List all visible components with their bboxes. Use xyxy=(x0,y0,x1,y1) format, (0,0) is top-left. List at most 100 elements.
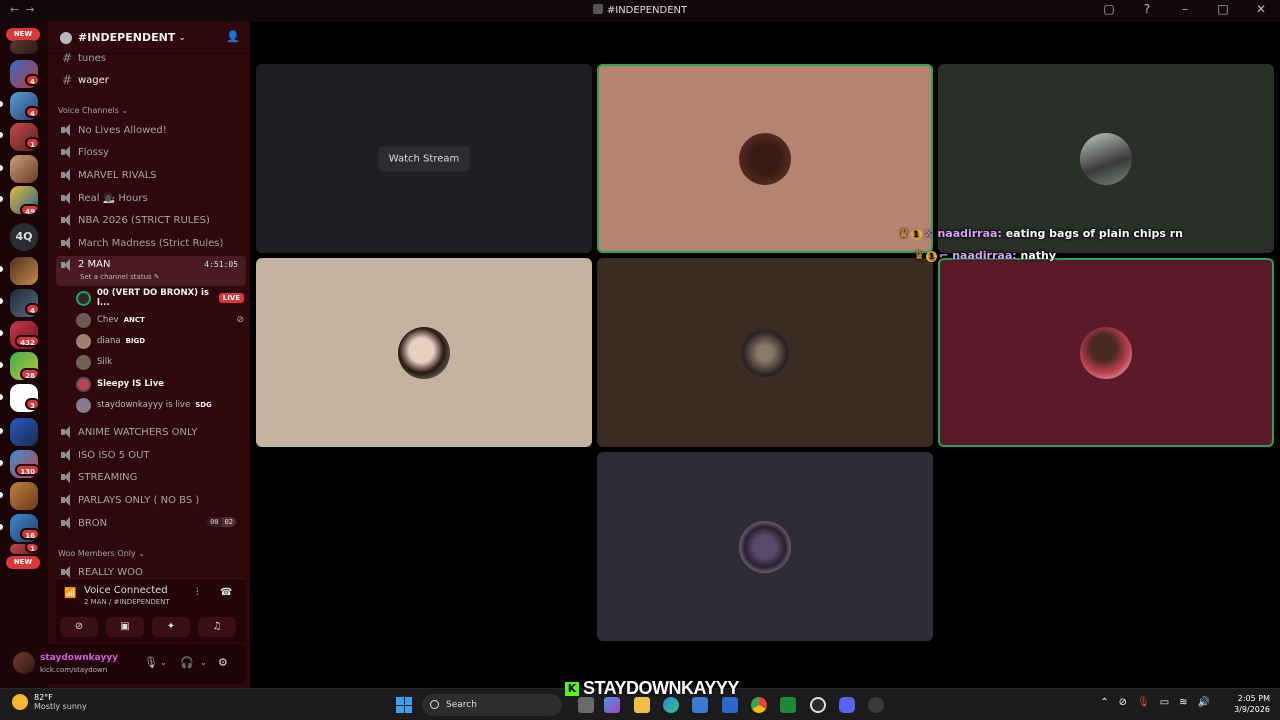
unread-dot xyxy=(0,362,3,368)
noise-suppression-icon[interactable]: ⫶ xyxy=(196,587,199,598)
voice-channel[interactable]: PARLAYS ONLY ( NO BS ) xyxy=(56,490,246,510)
server-icon-4[interactable] xyxy=(10,155,38,183)
server-icon-11[interactable]: 3 xyxy=(10,384,38,412)
server-icon-2[interactable]: 4 xyxy=(10,92,38,120)
channel-tunes[interactable]: # tunes xyxy=(56,48,246,68)
hash-icon: # xyxy=(61,73,73,87)
voice-channel[interactable]: March Madness (Strict Rules) xyxy=(56,233,246,253)
voice-channel[interactable]: Real 🧑🏿‍🎨 Hours xyxy=(56,188,246,208)
server-icon-7[interactable] xyxy=(10,257,38,285)
sheets-icon[interactable] xyxy=(780,697,796,713)
chevron-up-icon[interactable]: ⌃ xyxy=(1100,697,1108,708)
server-icon-14[interactable] xyxy=(10,482,38,510)
voice-member[interactable]: staydownkayyy is live SDG xyxy=(76,395,244,415)
voice-member[interactable]: diana BIGD xyxy=(76,331,244,351)
microphone-icon[interactable]: 🎙 xyxy=(1137,697,1150,708)
help-icon[interactable]: ? xyxy=(1138,2,1156,16)
obs-icon[interactable] xyxy=(810,697,826,713)
server-icon-15[interactable]: 16 xyxy=(10,514,38,542)
windows-start-icon[interactable] xyxy=(396,697,412,713)
weather-widget[interactable]: 82°F Mostly sunny xyxy=(12,693,87,711)
voice-channel-path[interactable]: 2 MAN / #INDEPENDENT xyxy=(84,598,170,606)
signal-icon[interactable]: 📶 xyxy=(64,588,78,602)
username[interactable]: staydownkayyy xyxy=(40,653,118,663)
gear-icon[interactable]: ⚙ xyxy=(218,656,228,669)
minimize-icon[interactable]: – xyxy=(1176,2,1194,16)
voice-channel[interactable]: No Lives Allowed! xyxy=(56,120,246,140)
voice-channel[interactable]: ANIME WATCHERS ONLY xyxy=(56,422,246,442)
voice-channel[interactable]: STREAMING xyxy=(56,467,246,487)
voice-channel[interactable]: MARVEL RIVALS xyxy=(56,165,246,185)
server-icon-1[interactable]: 4 xyxy=(10,60,38,88)
server-icon-0[interactable] xyxy=(10,40,38,54)
server-icon-6[interactable]: 4Q xyxy=(10,223,38,251)
server-icon-13[interactable]: 130 xyxy=(10,450,38,478)
participant-tile[interactable] xyxy=(938,258,1274,447)
chevron-down-icon[interactable]: ⌄ xyxy=(200,658,207,667)
category-woo-members[interactable]: Woo Members Only ⌄ xyxy=(58,549,145,558)
voice-member[interactable]: Silk xyxy=(76,352,244,372)
voice-member[interactable]: 00 (VERT DO BRONX) is l... LIVE xyxy=(76,288,244,308)
stream-tile[interactable]: Watch Stream xyxy=(256,64,592,253)
server-icon-3[interactable]: 1 xyxy=(10,123,38,151)
mention-badge: 16 xyxy=(20,528,38,540)
screen-share-button[interactable]: ▣ xyxy=(106,617,144,637)
taskbar-search[interactable]: Search xyxy=(422,694,562,716)
voice-channel[interactable]: BRON 00 02 xyxy=(56,513,246,533)
deafened-icon: ⊘ xyxy=(236,315,244,325)
server-icon-12[interactable] xyxy=(10,418,38,446)
voice-channel[interactable]: ISO ISO 5 OUT xyxy=(56,445,246,465)
voice-member[interactable]: Sleepy IS Live xyxy=(76,374,244,394)
speaker-icon xyxy=(60,259,74,271)
participant-tile[interactable] xyxy=(597,64,933,253)
network-icon[interactable]: ⊘ xyxy=(1119,697,1127,708)
voice-channel[interactable]: NBA 2026 (STRICT RULES) xyxy=(56,210,246,230)
clock[interactable]: 2:05 PM 3/9/2026 xyxy=(1234,693,1270,715)
avatar[interactable] xyxy=(13,652,35,674)
server-icon-5[interactable]: 49 xyxy=(10,186,38,214)
speaker-icon xyxy=(60,192,74,204)
channel-wager[interactable]: # wager xyxy=(56,70,246,90)
chevron-down-icon[interactable]: ⌄ xyxy=(160,658,167,667)
chrome-icon[interactable] xyxy=(751,697,767,713)
soundboard-button[interactable]: ♫ xyxy=(198,617,236,637)
voice-status[interactable]: Voice Connected xyxy=(84,585,168,596)
watch-stream-button[interactable]: Watch Stream xyxy=(378,146,470,171)
app-icon[interactable] xyxy=(868,697,884,713)
server-icon-9[interactable]: 432 xyxy=(10,321,38,349)
avatar xyxy=(1080,326,1132,379)
camera-off-button[interactable]: ⊘ xyxy=(60,617,98,637)
voice-member[interactable]: Chev ANCT ⊘ xyxy=(76,310,244,330)
participant-tile[interactable] xyxy=(938,64,1274,253)
discord-icon[interactable] xyxy=(839,697,855,713)
edge-icon[interactable] xyxy=(663,697,679,713)
close-icon[interactable]: ✕ xyxy=(1252,2,1270,16)
disconnect-icon[interactable]: ☎ xyxy=(220,587,232,598)
activities-button[interactable]: ✦ xyxy=(152,617,190,637)
store-icon[interactable] xyxy=(692,697,708,713)
participant-tile[interactable] xyxy=(256,258,592,447)
voice-channel[interactable]: Flossy xyxy=(56,142,246,162)
participant-tile[interactable] xyxy=(597,258,933,447)
add-member-icon[interactable]: 👤 xyxy=(226,30,240,44)
server-icon-16[interactable]: 1 xyxy=(10,544,38,554)
active-voice-channel[interactable]: 2 MAN 4:51:05 Set a channel status ✎ xyxy=(56,256,246,286)
server-icon-8[interactable]: 4 xyxy=(10,289,38,317)
file-explorer-icon[interactable] xyxy=(634,697,650,713)
maximize-icon[interactable]: □ xyxy=(1214,2,1232,16)
headphones-icon[interactable]: 🎧 xyxy=(180,656,194,669)
microphone-icon[interactable]: 🎙 xyxy=(144,656,158,669)
volume-icon[interactable]: 🔊 xyxy=(1198,697,1210,708)
category-voice-channels[interactable]: Voice Channels ⌄ xyxy=(58,106,128,115)
inbox-icon[interactable]: ▢ xyxy=(1100,2,1118,16)
server-icon-10[interactable]: 28 xyxy=(10,352,38,380)
participant-tile[interactable] xyxy=(597,452,933,641)
wifi-icon[interactable]: ≋ xyxy=(1179,697,1187,708)
unread-dot xyxy=(0,524,3,530)
display-icon[interactable]: ▭ xyxy=(1160,697,1169,708)
widgets-icon[interactable] xyxy=(604,697,620,713)
outlook-icon[interactable] xyxy=(722,697,738,713)
speaker-icon xyxy=(60,146,74,158)
set-channel-status[interactable]: Set a channel status ✎ xyxy=(80,273,160,281)
task-view-icon[interactable] xyxy=(578,697,594,713)
